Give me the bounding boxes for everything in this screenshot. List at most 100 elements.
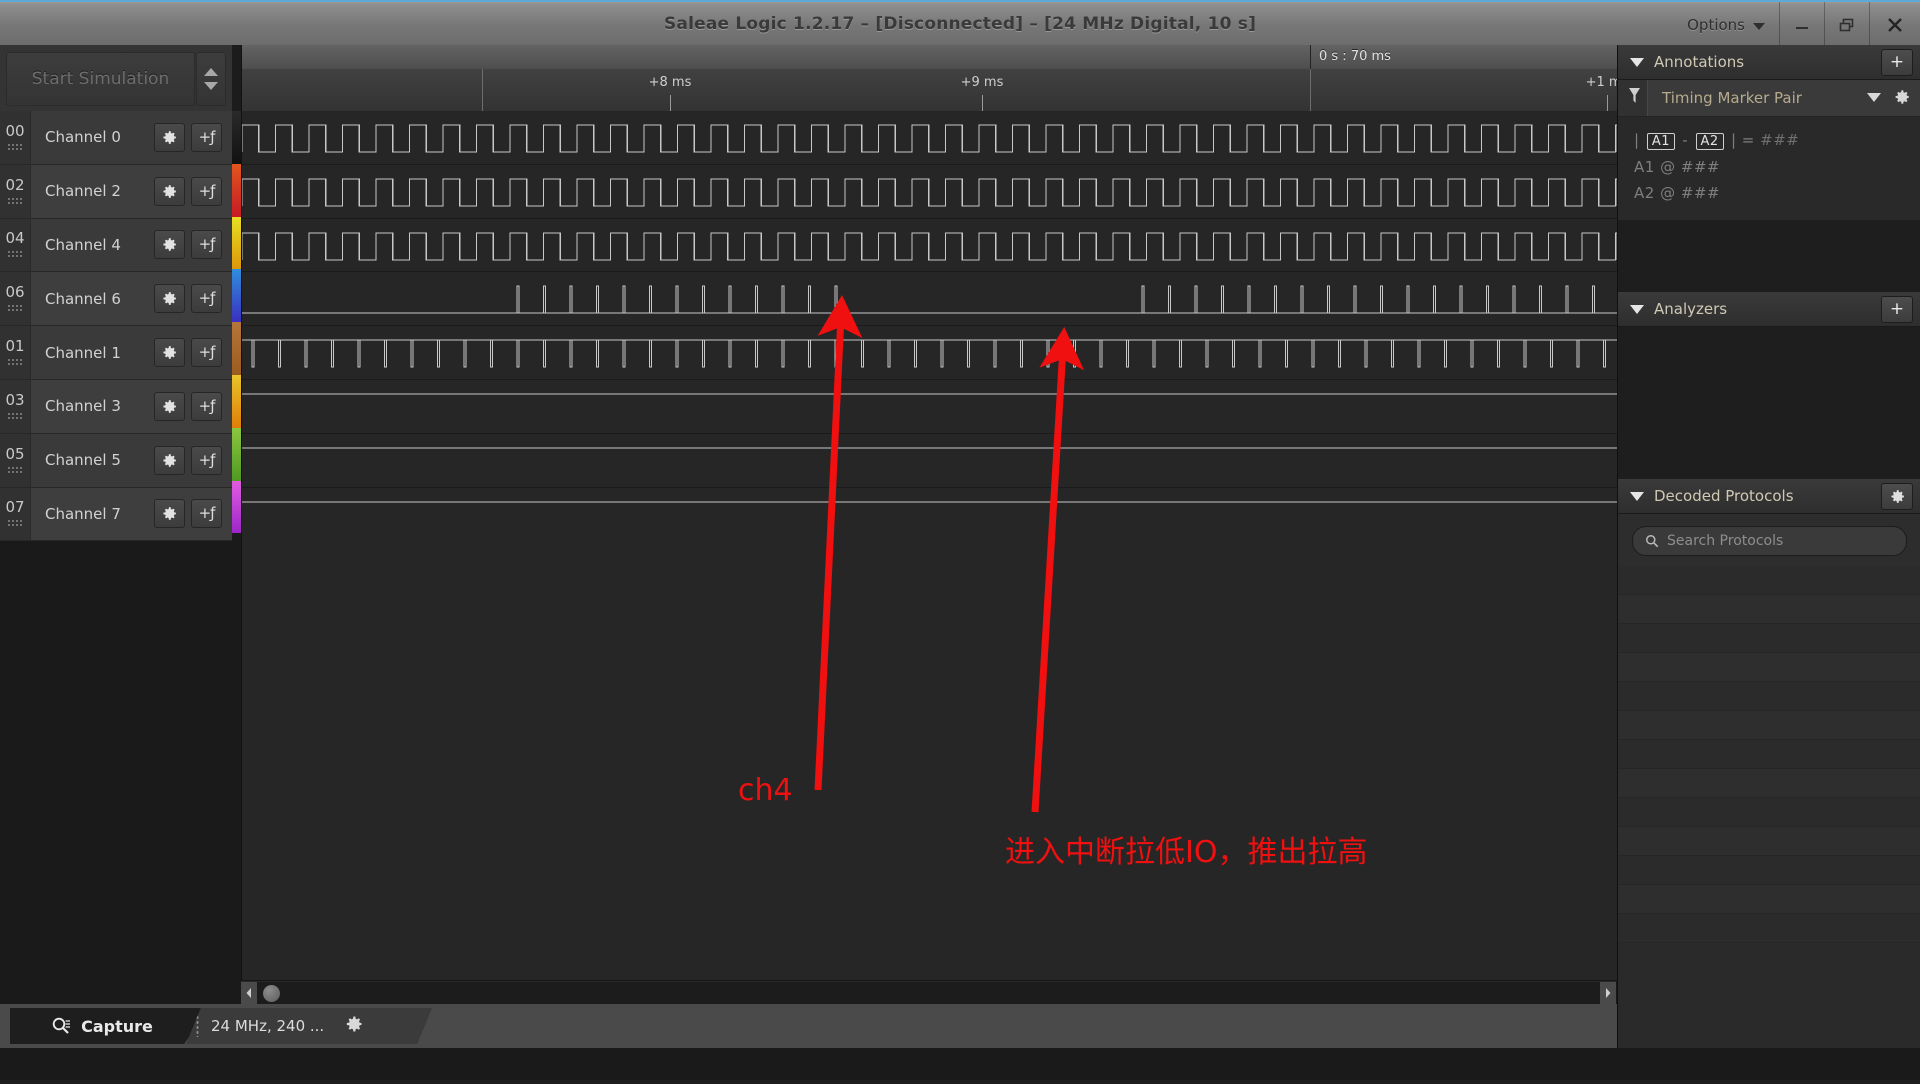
capture-settings-gear-button[interactable] <box>344 1014 364 1038</box>
protocol-row[interactable] <box>1618 653 1920 682</box>
channel-number-badge[interactable]: 03 <box>0 379 31 433</box>
scroll-right-button[interactable] <box>1600 982 1616 1004</box>
minimize-button[interactable] <box>1780 2 1825 47</box>
decoded-protocols-settings-button[interactable] <box>1881 483 1913 510</box>
protocol-row[interactable] <box>1618 566 1920 595</box>
scroll-left-button[interactable] <box>241 982 257 1004</box>
drag-handle-icon[interactable] <box>7 465 23 475</box>
add-analyzer-button[interactable]: + <box>1881 296 1913 323</box>
channel-row-01[interactable]: 01 Channel 1 +ƒ <box>0 326 232 380</box>
add-annotation-button[interactable]: + <box>1881 49 1913 76</box>
channel-settings-button[interactable] <box>154 230 185 260</box>
marker-a1-chip[interactable]: A1 <box>1646 133 1676 150</box>
drag-handle-icon[interactable] <box>7 142 23 152</box>
channel-settings-button[interactable] <box>154 338 185 368</box>
protocol-results-list[interactable] <box>1618 566 1920 943</box>
channel-number-badge[interactable]: 07 <box>0 487 31 541</box>
waveform-track-channel-0[interactable] <box>242 111 1617 165</box>
drag-handle-icon[interactable] <box>7 519 23 529</box>
simulation-spinner[interactable] <box>196 52 226 106</box>
add-trigger-button[interactable]: +ƒ <box>191 230 222 260</box>
waveform-area[interactable]: 0 s : 70 ms +8 ms +9 ms +1 ms <box>241 45 1628 980</box>
channel-row-07[interactable]: 07 Channel 7 +ƒ <box>0 487 232 542</box>
drag-handle-icon[interactable] <box>7 411 23 421</box>
start-simulation-button[interactable]: Start Simulation <box>6 52 195 106</box>
channel-settings-button[interactable] <box>154 122 185 152</box>
waveform-track-channel-1[interactable] <box>242 326 1617 380</box>
waveform-track-channel-5[interactable] <box>242 433 1617 488</box>
channel-row-03[interactable]: 03 Channel 3 +ƒ <box>0 379 232 434</box>
add-trigger-button[interactable]: +ƒ <box>191 338 222 368</box>
annotation-settings-button[interactable] <box>1893 88 1911 110</box>
channel-row-04[interactable]: 04 Channel 4 +ƒ <box>0 218 232 273</box>
channel-number-badge[interactable]: 02 <box>0 164 31 218</box>
protocol-row[interactable] <box>1618 914 1920 943</box>
close-button[interactable] <box>1870 2 1920 47</box>
waveform-track-channel-3[interactable] <box>242 379 1617 434</box>
add-trigger-button[interactable]: +ƒ <box>191 445 222 475</box>
channel-number-badge[interactable]: 05 <box>0 433 31 487</box>
annotation-tab[interactable]: Timing Marker Pair <box>1647 80 1920 116</box>
channel-settings-button[interactable] <box>154 284 185 314</box>
collapse-triangle-icon[interactable] <box>1630 57 1644 67</box>
channel-settings-button[interactable] <box>154 176 185 206</box>
channel-settings-button[interactable] <box>154 391 185 421</box>
capture-settings-button[interactable]: 24 MHz, 240 ... <box>186 1008 432 1044</box>
waveform-empty-area[interactable] <box>242 509 1617 980</box>
analyzers-section-header[interactable]: Analyzers + <box>1618 292 1920 327</box>
add-trigger-button[interactable]: +ƒ <box>191 176 222 206</box>
drag-handle-icon[interactable] <box>7 250 23 260</box>
waveform-track-channel-4[interactable] <box>242 218 1617 273</box>
channel-number-badge[interactable]: 04 <box>0 218 31 272</box>
drag-handle-icon[interactable] <box>7 196 23 206</box>
marker-a2-chip[interactable]: A2 <box>1695 133 1724 150</box>
add-trigger-button[interactable]: +ƒ <box>191 122 222 152</box>
drag-handle-icon[interactable] <box>7 304 23 314</box>
options-menu-button[interactable]: Options <box>1671 2 1780 47</box>
scrollbar-thumb[interactable] <box>263 985 280 1002</box>
protocol-row[interactable] <box>1618 856 1920 885</box>
protocol-row[interactable] <box>1618 740 1920 769</box>
channel-number-badge[interactable]: 01 <box>0 326 31 379</box>
drag-handle-icon[interactable] <box>7 358 23 368</box>
spinner-down-icon[interactable] <box>204 82 218 90</box>
spinner-up-icon[interactable] <box>204 68 218 76</box>
restore-button[interactable] <box>1825 2 1870 47</box>
waveform-track-channel-6[interactable] <box>242 272 1617 327</box>
protocol-row[interactable] <box>1618 798 1920 827</box>
protocol-row[interactable] <box>1618 827 1920 856</box>
timeline-ruler[interactable]: +8 ms +9 ms +1 ms <box>242 69 1628 112</box>
timeline-header[interactable]: 0 s : 70 ms <box>242 45 1617 70</box>
waveform-horizontal-scrollbar[interactable] <box>241 980 1616 1005</box>
protocol-row[interactable] <box>1618 769 1920 798</box>
protocol-row[interactable] <box>1618 885 1920 914</box>
add-trigger-button[interactable]: +ƒ <box>191 284 222 314</box>
channel-settings-button[interactable] <box>154 445 185 475</box>
channel-row-02[interactable]: 02 Channel 2 +ƒ <box>0 164 232 219</box>
chevron-down-icon[interactable] <box>1867 93 1881 102</box>
protocol-row[interactable] <box>1618 595 1920 624</box>
collapse-triangle-icon[interactable] <box>1630 491 1644 501</box>
channel-row-00[interactable]: 00 Channel 0 +ƒ <box>0 111 232 165</box>
annotations-section-header[interactable]: Annotations + <box>1618 45 1920 80</box>
capture-button[interactable]: Capture <box>10 1008 208 1044</box>
annotation-item[interactable]: Timing Marker Pair <box>1618 80 1920 117</box>
waveform-tracks[interactable] <box>242 111 1617 542</box>
channel-settings-button[interactable] <box>154 499 185 529</box>
channel-number-badge[interactable]: 06 <box>0 272 31 326</box>
analyzers-list[interactable] <box>1618 327 1920 479</box>
channel-number-badge[interactable]: 00 <box>0 111 31 164</box>
collapse-triangle-icon[interactable] <box>1630 304 1644 314</box>
waveform-track-channel-2[interactable] <box>242 164 1617 219</box>
search-protocols-input[interactable]: Search Protocols <box>1667 533 1783 549</box>
add-trigger-button[interactable]: +ƒ <box>191 499 222 529</box>
decoded-protocols-section-header[interactable]: Decoded Protocols <box>1618 479 1920 514</box>
add-trigger-button[interactable]: +ƒ <box>191 391 222 421</box>
protocol-row[interactable] <box>1618 711 1920 740</box>
search-protocols-box[interactable]: Search Protocols <box>1632 526 1907 556</box>
scrollbar-track[interactable] <box>257 982 1600 1004</box>
channel-row-06[interactable]: 06 Channel 6 +ƒ <box>0 272 232 327</box>
channel-row-05[interactable]: 05 Channel 5 +ƒ <box>0 433 232 488</box>
protocol-row[interactable] <box>1618 682 1920 711</box>
protocol-row[interactable] <box>1618 624 1920 653</box>
